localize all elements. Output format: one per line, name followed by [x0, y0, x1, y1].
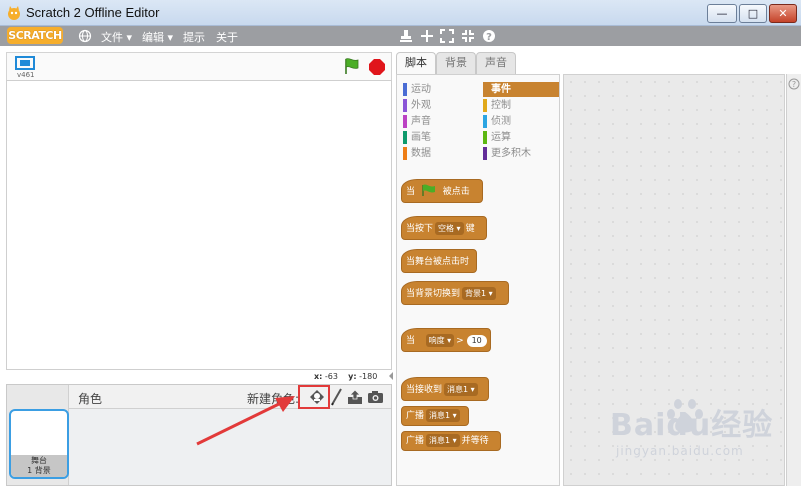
category-more-blocks[interactable]: 更多积木 — [483, 146, 559, 161]
grow-icon[interactable] — [440, 29, 454, 43]
menu-about[interactable]: 关于 — [216, 29, 238, 45]
language-globe-icon[interactable] — [78, 29, 92, 43]
backdrop-dropdown[interactable]: 背景1 ▾ — [462, 287, 496, 300]
block-when-flag-clicked[interactable]: 当 被点击 — [401, 179, 483, 203]
coord-x-label: x: — [314, 372, 323, 381]
tab-sounds[interactable]: 声音 — [476, 52, 516, 74]
category-control[interactable]: 控制 — [483, 98, 559, 113]
block-broadcast-and-wait[interactable]: 广播 消息1 ▾ 并等待 — [401, 431, 501, 451]
stage-name: 舞台 — [31, 456, 47, 465]
key-dropdown[interactable]: 空格 ▾ — [435, 222, 464, 235]
category-color-swatch — [483, 147, 487, 160]
help-icon[interactable]: ? — [482, 29, 496, 43]
category-operators[interactable]: 运算 — [483, 130, 559, 145]
stamp-icon[interactable] — [399, 29, 413, 43]
category-data[interactable]: 数据 — [403, 146, 479, 161]
scratch-cat-icon — [8, 6, 20, 20]
stage-thumbnail-caption: 舞台 1 背景 — [11, 455, 67, 477]
category-color-swatch — [403, 115, 407, 128]
coord-y-label: y: — [348, 372, 357, 381]
category-color-swatch — [403, 83, 407, 96]
window-title: Scratch 2 Offline Editor — [26, 5, 160, 20]
message-dropdown[interactable]: 消息1 ▾ — [426, 434, 460, 447]
stage-thumbnail[interactable]: 舞台 1 背景 — [9, 409, 69, 479]
watermark-url: jingyan.baidu.com — [616, 444, 744, 458]
paint-new-sprite-icon[interactable] — [330, 388, 344, 406]
version-label: v461 — [17, 71, 35, 79]
annotation-highlight-box — [298, 385, 330, 409]
presentation-mode-icon[interactable] — [15, 56, 35, 70]
baidu-watermark: Baidu经验 jingyan.baidu.com — [610, 399, 773, 458]
category-motion[interactable]: 运动 — [403, 82, 479, 97]
category-sensing[interactable]: 侦测 — [483, 114, 559, 129]
stage-header: v461 — [6, 52, 392, 80]
coord-x-value: -63 — [324, 372, 338, 381]
block-broadcast[interactable]: 广播 消息1 ▾ — [401, 406, 469, 426]
svg-text:?: ? — [486, 32, 492, 43]
category-color-swatch — [483, 115, 487, 128]
annotation-arrow — [196, 396, 295, 446]
green-flag-icon[interactable] — [343, 57, 361, 75]
help-tips-icon[interactable]: ? — [788, 78, 800, 90]
stage-backdrop-count: 1 背景 — [27, 466, 51, 475]
close-button[interactable]: ✕ — [769, 4, 797, 23]
category-looks[interactable]: 外观 — [403, 98, 479, 113]
green-flag-icon — [422, 184, 435, 196]
block-when-key-pressed[interactable]: 当按下 空格 ▾ 键 — [401, 216, 487, 240]
upload-sprite-icon[interactable] — [347, 389, 363, 405]
cut-icon[interactable] — [420, 29, 434, 43]
tab-scripts[interactable]: 脚本 — [396, 52, 436, 75]
help-column: ? — [786, 74, 801, 486]
camera-icon[interactable] — [367, 390, 384, 404]
menu-bar: SCRATCH 文件 ▾ 编辑 ▾ 提示 关于 ? — [0, 26, 801, 46]
category-sound[interactable]: 声音 — [403, 114, 479, 129]
block-when-loudness[interactable]: 当 响度 ▾ > 10 — [401, 328, 491, 352]
sprites-label: 角色 — [78, 392, 103, 406]
menu-tips[interactable]: 提示 — [183, 29, 205, 45]
coord-y-value: -180 — [359, 372, 378, 381]
message-dropdown[interactable]: 消息1 ▾ — [426, 409, 460, 422]
title-bar: Scratch 2 Offline Editor — □ ✕ — [0, 0, 801, 26]
menu-edit[interactable]: 编辑 ▾ — [142, 29, 173, 45]
block-when-stage-clicked[interactable]: 当舞台被点击时 — [401, 249, 477, 273]
block-when-backdrop-switches[interactable]: 当背景切换到 背景1 ▾ — [401, 281, 509, 305]
sensor-dropdown[interactable]: 响度 ▾ — [425, 334, 455, 347]
svg-text:?: ? — [792, 80, 796, 89]
category-color-swatch — [483, 131, 487, 144]
category-events[interactable]: 事件 — [483, 82, 559, 97]
tab-backdrops[interactable]: 背景 — [436, 52, 476, 74]
stage-thumbnail-column: 舞台 1 背景 — [7, 385, 69, 485]
category-color-swatch — [403, 131, 407, 144]
category-color-swatch — [483, 99, 487, 112]
block-palette: 运动 事件 外观 控制 声音 侦测 画笔 运算 数据 更多积木 当 被点击 当按… — [396, 74, 560, 486]
category-color-swatch — [403, 99, 407, 112]
block-when-receive[interactable]: 当接收到 消息1 ▾ — [401, 377, 489, 401]
minimize-button[interactable]: — — [707, 4, 737, 23]
mouse-coordinates: x: -63 y: -180 — [314, 372, 377, 381]
collapse-stage-arrow-icon[interactable] — [388, 371, 394, 381]
menu-file[interactable]: 文件 ▾ — [101, 29, 132, 45]
category-color-swatch — [403, 147, 407, 160]
baidu-paw-logo-icon — [667, 399, 703, 433]
threshold-input[interactable]: 10 — [466, 335, 487, 347]
category-pen[interactable]: 画笔 — [403, 130, 479, 145]
stage-canvas[interactable] — [6, 80, 392, 370]
stop-icon[interactable] — [368, 58, 386, 76]
category-color-swatch — [483, 83, 487, 96]
message-dropdown[interactable]: 消息1 ▾ — [444, 383, 478, 396]
maximize-button[interactable]: □ — [739, 4, 767, 23]
shrink-icon[interactable] — [461, 29, 475, 43]
scratch-logo[interactable]: SCRATCH — [7, 27, 63, 44]
